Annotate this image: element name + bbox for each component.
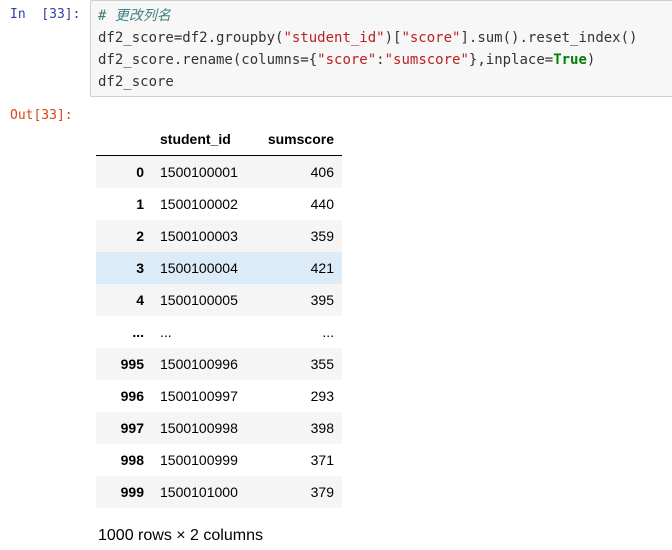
column-header-student-id: student_id [152, 122, 256, 156]
table-row: 0 1500100001 406 [96, 155, 342, 188]
input-prompt: In [33]: [10, 7, 81, 22]
cell-student-id: 1500101000 [160, 483, 238, 500]
cell-student-id: 1500100005 [160, 291, 238, 308]
cell-student-id: 1500100001 [160, 163, 238, 180]
cell-sumscore: 421 [310, 259, 334, 276]
row-index: 3 [136, 259, 144, 276]
dataframe-summary: 1000 rows × 2 columns [98, 527, 263, 544]
cell-student-id: 1500100003 [160, 227, 238, 244]
code-line-1: df2_score=df2.groupby("student_id")["sco… [98, 30, 638, 46]
cell-student-id: ... [160, 323, 172, 340]
row-index: 997 [120, 419, 144, 436]
code-line-2: df2_score.rename(columns={"score":"sumsc… [98, 52, 596, 68]
code-comment: # 更改列名 [98, 8, 171, 24]
cell-student-id: 1500100999 [160, 451, 238, 468]
row-index: 4 [136, 291, 144, 308]
row-index: 2 [136, 227, 144, 244]
cell-sumscore: 355 [310, 355, 334, 372]
dataframe-output: student_id sumscore 0 1500100001 406 1 15001… [96, 122, 342, 508]
row-index: 996 [120, 387, 144, 404]
row-index: 999 [120, 483, 144, 500]
cell-sumscore: ... [322, 323, 334, 340]
cell-student-id: 1500100002 [160, 195, 238, 212]
index-header [96, 122, 152, 156]
table-row: 3 1500100004 421 [96, 251, 342, 284]
cell-sumscore: 371 [310, 451, 334, 468]
table-header-row: student_id sumscore [96, 122, 342, 156]
cell-sumscore: 379 [310, 483, 334, 500]
cell-sumscore: 440 [310, 195, 334, 212]
row-index: 995 [120, 355, 144, 372]
row-index: 998 [120, 451, 144, 468]
code-line-3: df2_score [98, 74, 174, 90]
column-header-sumscore: sumscore [256, 122, 342, 156]
cell-student-id: 1500100997 [160, 387, 238, 404]
table-row: 997 1500100998 398 [96, 411, 342, 444]
table-row: 1 1500100002 440 [96, 187, 342, 220]
row-index: 0 [136, 163, 144, 180]
row-index: 1 [136, 195, 144, 212]
code-editor[interactable]: # 更改列名 df2_score=df2.groupby("student_id… [90, 0, 672, 97]
cell-sumscore: 359 [310, 227, 334, 244]
cell-student-id: 1500100998 [160, 419, 238, 436]
dataframe-table: student_id sumscore 0 1500100001 406 1 15001… [96, 122, 342, 508]
cell-sumscore: 406 [310, 163, 334, 180]
row-index: ... [132, 323, 144, 340]
output-prompt: Out[33]: [10, 108, 73, 123]
cell-sumscore: 395 [310, 291, 334, 308]
table-row: 4 1500100005 395 [96, 283, 342, 316]
cell-sumscore: 398 [310, 419, 334, 436]
code-text[interactable]: # 更改列名 df2_score=df2.groupby("student_id… [98, 5, 637, 93]
table-row: 999 1500101000 379 [96, 475, 342, 508]
cell-student-id: 1500100004 [160, 259, 238, 276]
table-row: ......... [96, 315, 342, 348]
table-row: 996 1500100997 293 [96, 379, 342, 412]
table-row: 998 1500100999 371 [96, 443, 342, 476]
table-row: 995 1500100996 355 [96, 347, 342, 380]
cell-student-id: 1500100996 [160, 355, 238, 372]
table-row: 2 1500100003 359 [96, 219, 342, 252]
cell-sumscore: 293 [310, 387, 334, 404]
